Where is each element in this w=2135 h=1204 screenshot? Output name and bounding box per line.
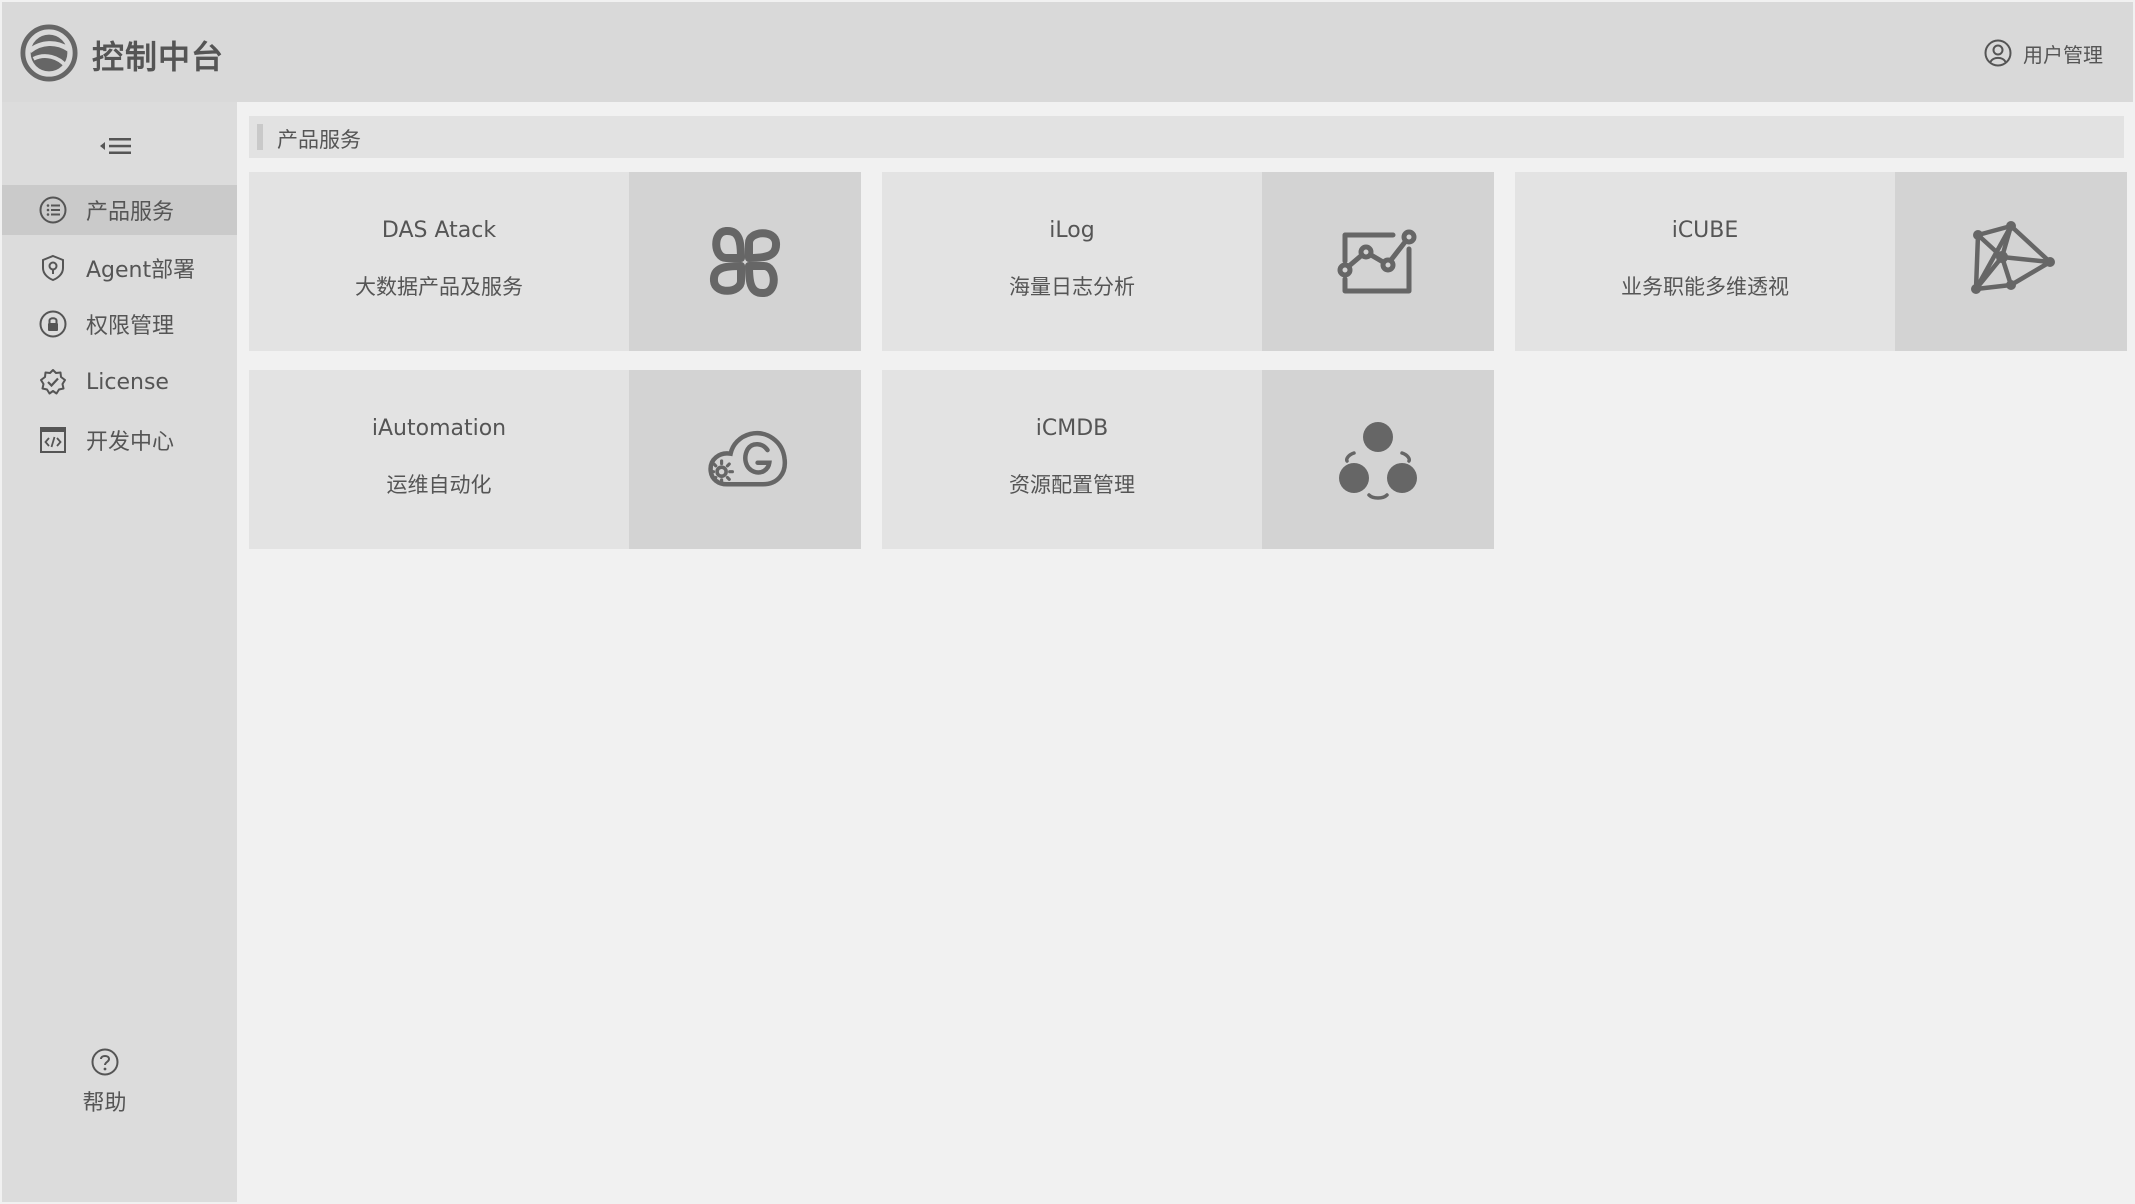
sidebar-item-label: 产品服务: [86, 200, 175, 225]
sidebar-nav: 产品服务 Agent部署 权限管理 License 开发中心: [2, 185, 237, 473]
badge-check-icon: [40, 369, 66, 395]
shield-location-icon: [42, 254, 64, 282]
card-text: DAS Atack 大数据产品及服务: [249, 172, 629, 351]
sidebar-item-label: Agent部署: [86, 258, 196, 283]
three-circles-cycle-icon: [1339, 421, 1417, 500]
lock-circle-icon: [39, 310, 67, 338]
collapse-menu-icon[interactable]: [98, 132, 134, 160]
app-title: 控制中台: [92, 38, 225, 76]
app-frame: 控制中台 用户管理 产品服务 Agent部署 权限管理 License 开发中心…: [2, 2, 2133, 1202]
sidebar-item-agent-deploy[interactable]: Agent部署: [2, 243, 237, 293]
help-button[interactable]: 帮助: [2, 1047, 207, 1117]
top-header: 控制中台 用户管理: [2, 2, 2133, 102]
card-icon-pane: [1262, 172, 1494, 351]
card-name: DAS Atack: [381, 218, 497, 243]
page-title: 产品服务: [277, 128, 361, 152]
sidebar: 产品服务 Agent部署 权限管理 License 开发中心 帮助: [2, 102, 237, 1202]
breadcrumb-accent: [257, 124, 263, 150]
card-desc: 海量日志分析: [1009, 275, 1135, 299]
cloud-gear-icon: [708, 430, 788, 487]
product-card-iautomation[interactable]: iAutomation 运维自动化: [249, 370, 861, 549]
question-circle-icon: [91, 1048, 118, 1076]
card-name: iLog: [1049, 218, 1095, 243]
card-text: iLog 海量日志分析: [882, 172, 1262, 351]
card-text: iCUBE 业务职能多维透视: [1515, 172, 1895, 351]
globe-logo-icon[interactable]: [20, 24, 78, 82]
product-card-ilog[interactable]: iLog 海量日志分析: [882, 172, 1494, 351]
sidebar-item-license[interactable]: License: [2, 357, 237, 407]
line-chart-frame-icon: [1337, 229, 1417, 293]
user-management-label: 用户管理: [2023, 42, 2103, 67]
product-card-das-atack[interactable]: DAS Atack 大数据产品及服务: [249, 172, 861, 351]
sidebar-item-dev-center[interactable]: 开发中心: [2, 415, 237, 465]
sidebar-item-product-services[interactable]: 产品服务: [2, 185, 237, 235]
card-icon-pane: [1262, 370, 1494, 549]
card-text: iAutomation 运维自动化: [249, 370, 629, 549]
user-circle-icon: [1984, 39, 2012, 67]
help-label: 帮助: [82, 1091, 127, 1116]
card-icon-pane: [1895, 172, 2127, 351]
network-graph-icon: [1971, 220, 2055, 294]
sidebar-item-label: 权限管理: [86, 314, 175, 339]
card-name: iCUBE: [1671, 218, 1739, 243]
sidebar-item-label: License: [86, 369, 169, 395]
code-window-icon: [40, 427, 66, 453]
card-icon-pane: [629, 370, 861, 549]
four-petal-icon: [710, 226, 780, 297]
card-desc: 业务职能多维透视: [1621, 275, 1789, 299]
card-icon-pane: [629, 172, 861, 351]
sidebar-item-label: 开发中心: [86, 430, 175, 455]
card-desc: 运维自动化: [386, 473, 492, 497]
sidebar-item-permissions[interactable]: 权限管理: [2, 299, 237, 349]
card-name: iCMDB: [1035, 416, 1109, 441]
list-circle-icon: [39, 196, 67, 224]
breadcrumb: 产品服务: [249, 116, 2124, 158]
card-desc: 大数据产品及服务: [355, 275, 523, 299]
product-card-icube[interactable]: iCUBE 业务职能多维透视: [1515, 172, 2127, 351]
card-name: iAutomation: [371, 416, 507, 441]
product-card-icmdb[interactable]: iCMDB 资源配置管理: [882, 370, 1494, 549]
card-desc: 资源配置管理: [1009, 473, 1135, 497]
user-management-menu[interactable]: 用户管理: [1983, 38, 2103, 68]
card-text: iCMDB 资源配置管理: [882, 370, 1262, 549]
